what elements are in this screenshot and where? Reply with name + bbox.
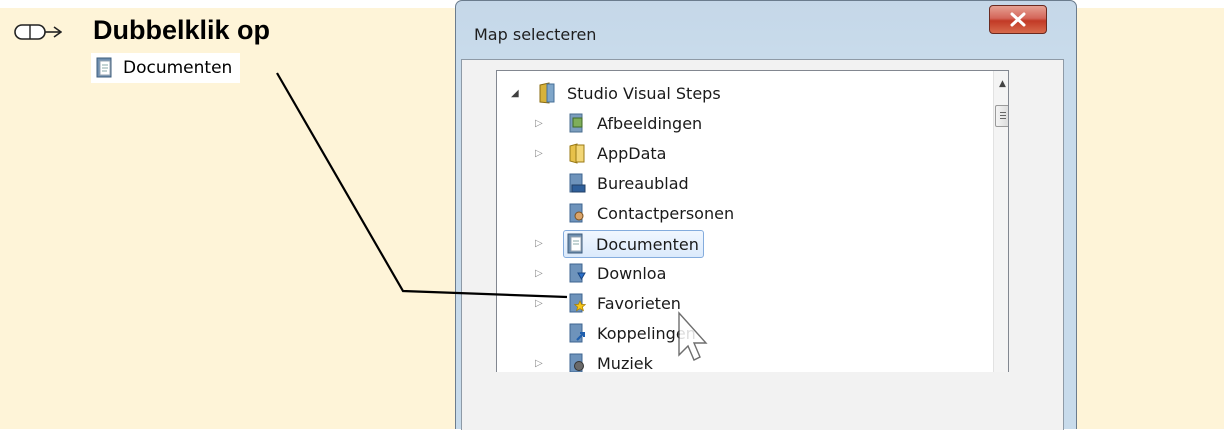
tree-item-label: Muziek xyxy=(597,353,653,373)
favorites-folder-icon xyxy=(569,293,587,313)
expand-arrow-icon[interactable]: ▷ xyxy=(535,148,543,159)
tree-item-koppelingen[interactable]: Koppelingen xyxy=(511,319,696,347)
contacts-folder-icon xyxy=(569,203,584,223)
tree-item-label: Afbeeldingen xyxy=(597,113,703,133)
collapse-arrow-icon[interactable]: ◢ xyxy=(511,88,519,99)
close-button[interactable] xyxy=(989,5,1047,34)
scroll-up-arrow-icon[interactable]: ▲ xyxy=(994,76,1008,92)
expand-arrow-icon[interactable]: ▷ xyxy=(535,238,543,249)
scrollbar-thumb[interactable] xyxy=(995,105,1008,127)
instruction-target: Documenten xyxy=(91,53,241,83)
tree-item-label: Koppelingen xyxy=(597,323,696,343)
tree-item-appdata[interactable]: ▷ AppData xyxy=(511,139,666,167)
music-folder-icon xyxy=(569,353,584,372)
yellow-folder-icon xyxy=(569,143,585,164)
desktop-folder-icon xyxy=(569,173,586,193)
expand-arrow-icon[interactable]: ▷ xyxy=(535,268,543,279)
links-folder-icon xyxy=(569,323,585,343)
expand-arrow-icon[interactable]: ▷ xyxy=(535,118,543,129)
tree-item-label: Bureaublad xyxy=(597,173,689,193)
folder-tree[interactable]: ◢ Studio Visual Steps ▷ Afbeeldingen ▷ A… xyxy=(496,70,1009,372)
instruction-title: Dubbelklik op xyxy=(93,15,271,45)
tree-root[interactable]: ◢ Studio Visual Steps xyxy=(511,79,721,107)
tree-item-bureaublad[interactable]: Bureaublad xyxy=(511,169,689,197)
tree-item-contactpersonen[interactable]: Contactpersonen xyxy=(511,199,734,227)
instruction-target-label: Documenten xyxy=(123,58,233,78)
tree-item-muziek[interactable]: ▷ Muziek xyxy=(511,349,653,372)
downloads-folder-icon xyxy=(569,263,586,283)
close-x-icon xyxy=(1010,12,1026,27)
select-folder-dialog: Map selecteren ◢ Studio Visual Steps ▷ A… xyxy=(455,0,1077,430)
selected-item-highlight[interactable]: Documenten xyxy=(563,230,704,258)
tree-item-label: Favorieten xyxy=(597,293,681,313)
tree-item-downloads[interactable]: ▷ Downloa xyxy=(511,259,666,287)
expand-arrow-icon[interactable]: ▷ xyxy=(535,358,543,369)
tree-item-favorieten[interactable]: ▷ Favorieten xyxy=(511,289,681,317)
expand-arrow-icon[interactable]: ▷ xyxy=(535,298,543,309)
user-folder-icon xyxy=(539,82,555,104)
mouse-icon xyxy=(14,24,62,40)
documents-folder-icon xyxy=(96,57,112,78)
tree-item-afbeeldingen[interactable]: ▷ Afbeeldingen xyxy=(511,109,702,137)
vertical-scrollbar[interactable]: ▲ xyxy=(993,71,1008,372)
dialog-title: Map selecteren xyxy=(474,25,597,44)
tree-root-label: Studio Visual Steps xyxy=(567,83,721,103)
tree-item-label: AppData xyxy=(597,143,667,163)
tree-item-label: Documenten xyxy=(596,234,699,254)
pictures-folder-icon xyxy=(569,113,583,133)
tree-item-label: Downloa xyxy=(597,263,667,283)
documents-folder-icon xyxy=(567,233,583,254)
tree-item-label: Contactpersonen xyxy=(597,203,735,223)
